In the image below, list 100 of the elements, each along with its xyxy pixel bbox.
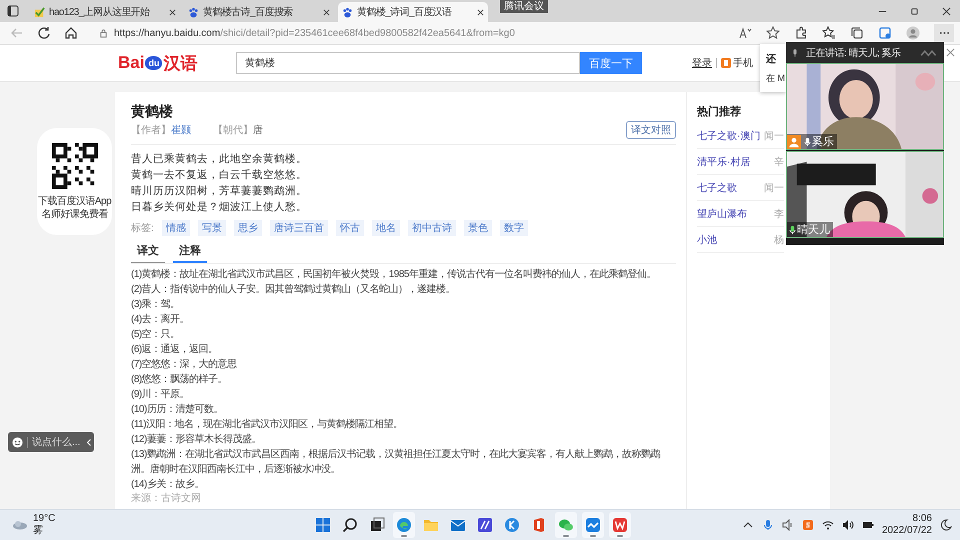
- author-text: 闻一: [764, 130, 784, 142]
- annotation-text: (5)空：只。: [131, 328, 181, 342]
- refresh-icon[interactable]: [37, 26, 51, 40]
- home-icon[interactable]: [64, 26, 78, 40]
- annotation-text: (1)黄鹤楼：故址在湖北省武汉市武昌区，民国初年被火焚毁，1985年重建，传说古代有一位名叫费祎的仙人，在此乘鹤登仙。: [131, 268, 657, 282]
- temperature-text: 19°C: [33, 513, 56, 525]
- site-logo[interactable]: Bai du 汉语: [118, 52, 198, 74]
- author-text: 杨: [774, 234, 784, 246]
- browser-tab[interactable]: 黄鹤楼_诗词_百度汉语: [338, 2, 488, 22]
- clock-time: 8:06: [912, 513, 932, 525]
- annotation-text: (11)汉阳：地名，现在湖北省武汉市汉阳区，与黄鹤楼隔江相望。: [131, 418, 404, 432]
- microphone-icon: [804, 136, 811, 146]
- maximize-icon: [910, 6, 918, 16]
- mobile-link[interactable]: 手机: [733, 56, 753, 70]
- k-circle-icon: [504, 517, 520, 533]
- favorites-icon[interactable]: [822, 26, 836, 40]
- star-icon[interactable]: [766, 26, 780, 40]
- search-button[interactable]: 百度一下: [580, 52, 642, 74]
- drag-handle-icon[interactable]: [920, 48, 938, 56]
- browser-tab[interactable]: 黄鹤楼古诗_百度搜索: [184, 2, 334, 22]
- phone-app-icon[interactable]: [721, 58, 731, 68]
- close-button[interactable]: [944, 46, 956, 58]
- wifi-icon[interactable]: [822, 519, 834, 531]
- volume-icon[interactable]: [842, 519, 854, 531]
- tag-chip[interactable]: 情感: [162, 220, 190, 236]
- annotation-text: (12)萋萋：形容草木长得茂盛。: [131, 432, 262, 447]
- speaking-status: 正在讲话: 晴天儿; 奚乐: [806, 46, 901, 60]
- poem-link[interactable]: 小池: [697, 232, 717, 246]
- annotation-text: (9)川：平原。: [131, 388, 190, 402]
- mail-icon: [450, 517, 466, 533]
- puzzle-icon[interactable]: [794, 26, 808, 40]
- screen-share-icon[interactable]: [878, 26, 892, 40]
- poem-link[interactable]: 七子之歌·澳门: [697, 128, 760, 142]
- search-field[interactable]: 黄鹤楼: [236, 52, 580, 74]
- promo-text: 名师好课免费看: [41, 208, 108, 220]
- w-app-icon: [612, 517, 628, 533]
- host-icon: [787, 134, 801, 148]
- tag-chip[interactable]: 地名: [372, 220, 400, 236]
- poem-line: 黄鹤一去不复返，白云千载空悠悠。: [131, 168, 308, 183]
- clock-date: 2022/07/22: [882, 525, 932, 537]
- compare-translation-button[interactable]: 译文对照: [626, 121, 676, 139]
- battery-icon[interactable]: [862, 519, 874, 531]
- moon-icon[interactable]: [940, 519, 952, 531]
- url-text: https://hanyu.baidu.com: [114, 28, 220, 38]
- speaker-muted-icon[interactable]: [782, 519, 794, 531]
- close-icon[interactable]: [477, 8, 484, 16]
- running-indicator: [617, 535, 623, 537]
- close-icon: [946, 48, 954, 56]
- close-icon[interactable]: [169, 8, 176, 16]
- input-method-icon[interactable]: [802, 519, 814, 531]
- poem-title: 黄鹤楼: [131, 102, 174, 120]
- read-aloud-icon[interactable]: [738, 26, 752, 40]
- tag-chip[interactable]: 写景: [198, 220, 226, 236]
- popup-text: 在 M: [766, 72, 786, 85]
- promo-text: 下载百度汉语App: [38, 194, 112, 208]
- profile-avatar-icon[interactable]: [906, 26, 920, 40]
- browser-icon: [396, 517, 412, 533]
- microphone-icon: [789, 224, 796, 234]
- more-button[interactable]: [934, 24, 954, 42]
- comment-input[interactable]: 说点什么...: [8, 432, 94, 452]
- participant-name: 晴天儿: [797, 223, 830, 237]
- tab-actions-icon[interactable]: [6, 4, 20, 18]
- search-icon: [342, 517, 358, 533]
- tag-chip[interactable]: 思乡: [234, 220, 262, 236]
- tag-chip[interactable]: 数字: [500, 220, 528, 236]
- qr-promo-card[interactable]: 下载百度汉语App 名师好课免费看: [37, 128, 112, 235]
- pen-app-icon: [477, 517, 493, 533]
- qr-code-icon: [52, 142, 98, 188]
- poem-link[interactable]: 清平乐·村居: [697, 154, 750, 168]
- collections-icon[interactable]: [850, 26, 864, 40]
- checkmark-icon: [34, 6, 45, 18]
- annotation-text: (4)去：离开。: [131, 312, 190, 327]
- tag-chip[interactable]: 唐诗三百首: [270, 220, 328, 236]
- content-tab[interactable]: 译文: [131, 241, 165, 263]
- smiley-icon: [12, 436, 23, 448]
- task-view-icon: [369, 517, 385, 533]
- chat-bubbles-icon: [558, 517, 574, 533]
- poem-link[interactable]: 望庐山瀑布: [697, 206, 747, 220]
- ellipsis-icon: [938, 31, 950, 35]
- annotation-text: (6)返：通返，返回。: [131, 342, 219, 357]
- microphone-icon[interactable]: [762, 519, 774, 531]
- popup-title: 还: [766, 52, 777, 66]
- participant-name: 奚乐: [812, 135, 834, 149]
- folder-icon: [423, 517, 439, 533]
- poem-link[interactable]: 七子之歌: [697, 180, 737, 194]
- tag-chip[interactable]: 景色: [464, 220, 492, 236]
- microphone-icon: [792, 48, 798, 58]
- login-link[interactable]: 登录: [692, 56, 712, 70]
- author-link[interactable]: 崔颢: [171, 123, 191, 137]
- office-app-icon: [531, 517, 547, 533]
- running-indicator: [590, 535, 596, 537]
- close-icon[interactable]: [323, 8, 330, 16]
- source-text: 来源：古诗文网: [131, 492, 202, 506]
- browser-tab[interactable]: hao123_上网从这里开始: [30, 2, 180, 22]
- annotation-text: (8)悠悠：飘荡的样子。: [131, 372, 228, 387]
- tag-chip[interactable]: 怀古: [336, 220, 364, 236]
- poem-line: 昔人已乘黄鹤去，此地空余黄鹤楼。: [131, 152, 308, 167]
- paw-icon: [342, 6, 353, 18]
- content-tab[interactable]: 注释: [173, 241, 207, 263]
- tag-chip[interactable]: 初中古诗: [408, 220, 456, 236]
